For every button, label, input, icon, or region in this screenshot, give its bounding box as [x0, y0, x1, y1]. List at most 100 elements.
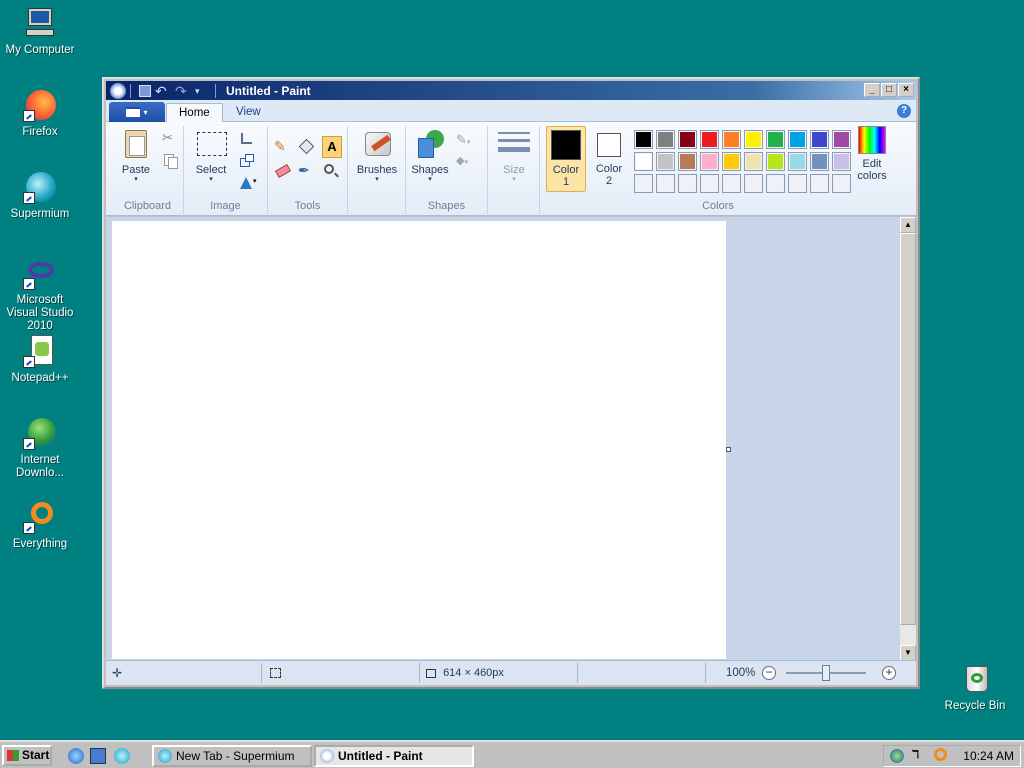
- palette-swatch[interactable]: [832, 130, 851, 149]
- color-picker-icon[interactable]: ✒: [298, 162, 316, 180]
- desktop-icon-internet-download[interactable]: Internet Downlo...: [0, 416, 80, 480]
- color-2-button[interactable]: Color 2: [590, 126, 628, 192]
- zoom-in-button[interactable]: +: [882, 666, 896, 680]
- palette-swatch[interactable]: [788, 130, 807, 149]
- desktop-icon-my-computer[interactable]: My Computer: [0, 6, 80, 57]
- palette-swatch[interactable]: [810, 130, 829, 149]
- redo-icon[interactable]: ↷: [175, 83, 191, 99]
- ribbon-home: Paste ▾ ✂ Clipboard Select ▾ ▾ Image ✎ A…: [106, 122, 916, 216]
- text-tool-icon[interactable]: A: [322, 136, 342, 158]
- palette-swatch[interactable]: [766, 130, 785, 149]
- palette-swatch[interactable]: [722, 130, 741, 149]
- desktop-icon-notepadpp[interactable]: Notepad++: [0, 334, 80, 385]
- resize-icon[interactable]: [238, 152, 256, 170]
- search-icon[interactable]: [934, 748, 947, 761]
- internet-explorer-icon[interactable]: [68, 748, 84, 764]
- desktop-icon-recycle-bin[interactable]: Recycle Bin: [935, 662, 1015, 713]
- paste-button[interactable]: Paste ▾: [116, 128, 156, 184]
- maximize-button[interactable]: □: [881, 83, 897, 97]
- palette-swatch[interactable]: [722, 152, 741, 171]
- close-button[interactable]: ×: [898, 83, 914, 97]
- desktop-icon-supermium[interactable]: Supermium: [0, 170, 80, 221]
- color-1-button[interactable]: Color 1: [546, 126, 586, 192]
- palette-swatch[interactable]: [700, 130, 719, 149]
- group-brushes: Brushes ▾: [348, 126, 406, 214]
- taskbar-item-supermium[interactable]: New Tab - Supermium: [152, 745, 312, 767]
- fill-bucket-icon[interactable]: [298, 138, 316, 156]
- pencil-icon[interactable]: ✎: [274, 138, 292, 156]
- help-icon[interactable]: ?: [897, 104, 911, 118]
- network-icon[interactable]: [890, 749, 904, 763]
- group-shapes: Shapes ▾ ✎▾ ◆▾ Shapes: [406, 126, 488, 214]
- palette-swatch[interactable]: [832, 174, 851, 193]
- paint-menu-button[interactable]: ▾: [109, 102, 165, 122]
- select-rectangle-icon: [195, 128, 227, 160]
- scroll-thumb[interactable]: [900, 233, 916, 625]
- zoom-out-button[interactable]: −: [762, 666, 776, 680]
- copy-icon[interactable]: [162, 152, 180, 170]
- tab-home[interactable]: Home: [166, 103, 223, 122]
- palette-swatch[interactable]: [656, 130, 675, 149]
- brushes-button[interactable]: Brushes ▾: [352, 128, 402, 184]
- palette-swatch[interactable]: [788, 174, 807, 193]
- resize-handle-right[interactable]: [726, 447, 731, 452]
- start-button[interactable]: Start: [2, 745, 52, 766]
- desktop-icon-firefox[interactable]: Firefox: [0, 88, 80, 139]
- rotate-icon[interactable]: ▾: [238, 174, 257, 192]
- paint-app-icon[interactable]: [110, 82, 126, 99]
- palette-swatch[interactable]: [810, 174, 829, 193]
- supermium-quicklaunch-icon[interactable]: [114, 748, 130, 764]
- magnifier-icon[interactable]: [322, 162, 340, 180]
- size-button[interactable]: Size ▾: [492, 128, 536, 184]
- save-icon[interactable]: [139, 84, 151, 97]
- customize-quick-access-icon[interactable]: ▾: [195, 83, 211, 99]
- desktop-icon-everything[interactable]: Everything: [0, 500, 80, 551]
- palette-swatch[interactable]: [766, 152, 785, 171]
- cut-icon[interactable]: ✂: [162, 130, 180, 148]
- palette-swatch[interactable]: [656, 152, 675, 171]
- palette-swatch[interactable]: [744, 152, 763, 171]
- palette-swatch[interactable]: [766, 174, 785, 193]
- palette-swatch[interactable]: [832, 152, 851, 171]
- zoom-slider-thumb[interactable]: [822, 665, 830, 681]
- select-button[interactable]: Select ▾: [190, 128, 232, 184]
- group-label-image: Image: [210, 200, 241, 212]
- taskbar-item-paint[interactable]: Untitled - Paint: [314, 745, 474, 767]
- cursor-position-icon: ✛: [112, 666, 123, 680]
- palette-swatch[interactable]: [678, 130, 697, 149]
- palette-swatch[interactable]: [634, 130, 653, 149]
- show-desktop-icon[interactable]: [90, 748, 106, 764]
- input-method-icon[interactable]: ℸ: [912, 748, 919, 761]
- fill-icon[interactable]: ◆▾: [456, 154, 474, 172]
- minimize-button[interactable]: _: [864, 83, 880, 97]
- palette-swatch[interactable]: [678, 174, 697, 193]
- eraser-icon[interactable]: [274, 162, 292, 180]
- outline-icon[interactable]: ✎▾: [456, 132, 474, 150]
- palette-swatch[interactable]: [678, 152, 697, 171]
- title-bar[interactable]: ↶ ↷ ▾ Untitled - Paint _ □ ×: [106, 81, 916, 100]
- scroll-up-button[interactable]: ▲: [900, 217, 916, 233]
- palette-swatch[interactable]: [656, 174, 675, 193]
- palette-swatch[interactable]: [700, 152, 719, 171]
- vertical-scrollbar[interactable]: ▲ ▼: [900, 217, 916, 661]
- palette-swatch[interactable]: [634, 174, 653, 193]
- paint-window: ↶ ↷ ▾ Untitled - Paint _ □ × ▾ Home View…: [102, 77, 920, 689]
- desktop-icon-label: Internet Downlo...: [16, 454, 64, 479]
- palette-swatch[interactable]: [700, 174, 719, 193]
- visual-studio-icon: [23, 256, 57, 290]
- palette-swatch[interactable]: [788, 152, 807, 171]
- palette-swatch[interactable]: [722, 174, 741, 193]
- desktop-icon-visual-studio[interactable]: Microsoft Visual Studio 2010: [0, 256, 80, 333]
- tab-view[interactable]: View: [224, 103, 273, 122]
- canvas-area[interactable]: [106, 217, 902, 661]
- palette-swatch[interactable]: [744, 130, 763, 149]
- undo-icon[interactable]: ↶: [155, 83, 171, 99]
- shapes-button[interactable]: Shapes ▾: [408, 128, 452, 184]
- palette-swatch[interactable]: [744, 174, 763, 193]
- palette-swatch[interactable]: [634, 152, 653, 171]
- drawing-canvas[interactable]: [112, 221, 726, 659]
- edit-colors-button[interactable]: Edit colors: [852, 126, 892, 182]
- palette-swatch[interactable]: [810, 152, 829, 171]
- crop-icon[interactable]: [238, 130, 256, 148]
- scroll-down-button[interactable]: ▼: [900, 645, 916, 661]
